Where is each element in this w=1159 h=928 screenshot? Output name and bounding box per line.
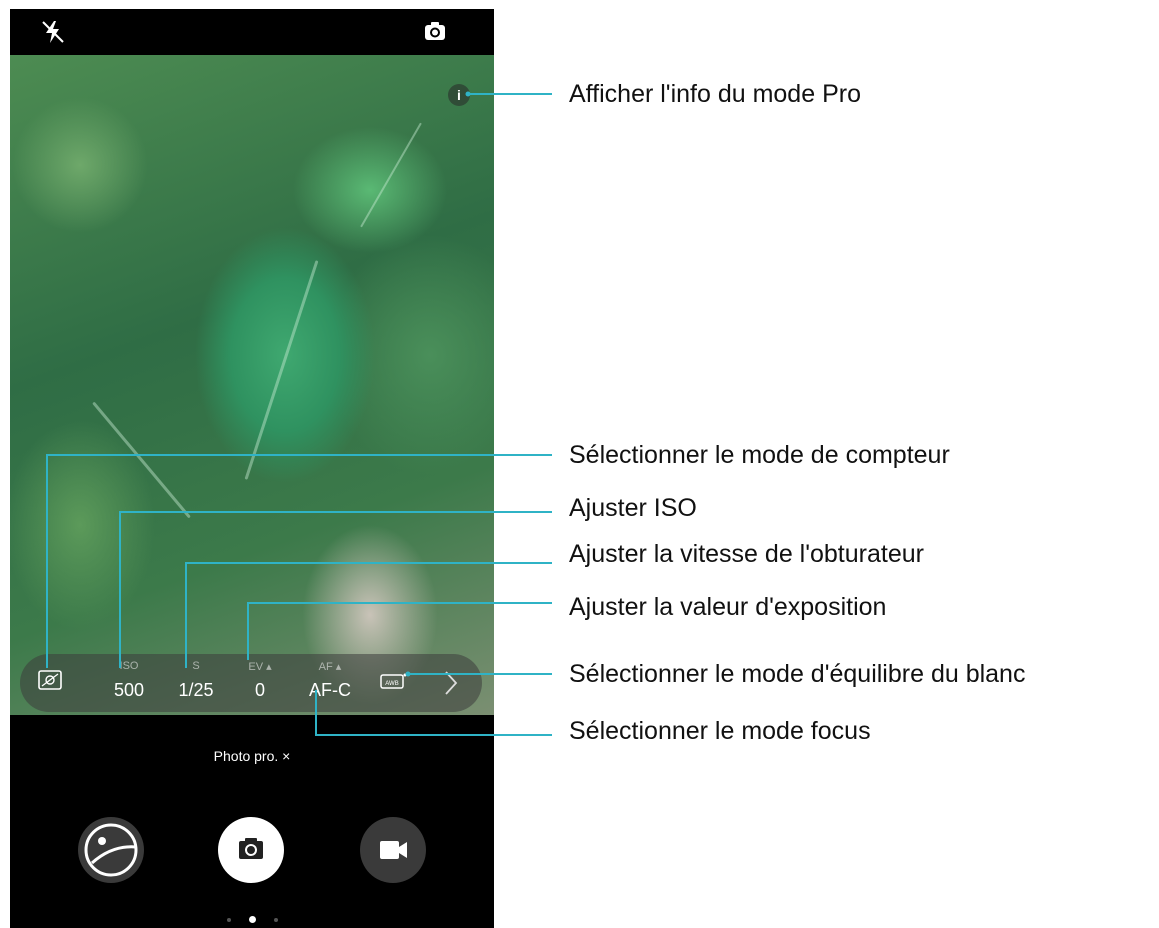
callout-iso: Ajuster ISO — [569, 494, 697, 522]
callout-af: Sélectionner le mode focus — [569, 717, 871, 745]
callout-meter: Sélectionner le mode de compteur — [569, 441, 950, 469]
callout-awb: Sélectionner le mode d'équilibre du blan… — [569, 660, 1026, 688]
callout-shutter: Ajuster la vitesse de l'obturateur — [569, 540, 924, 568]
callout-info: Afficher l'info du mode Pro — [569, 80, 861, 108]
callout-ev: Ajuster la valeur d'exposition — [569, 593, 887, 621]
